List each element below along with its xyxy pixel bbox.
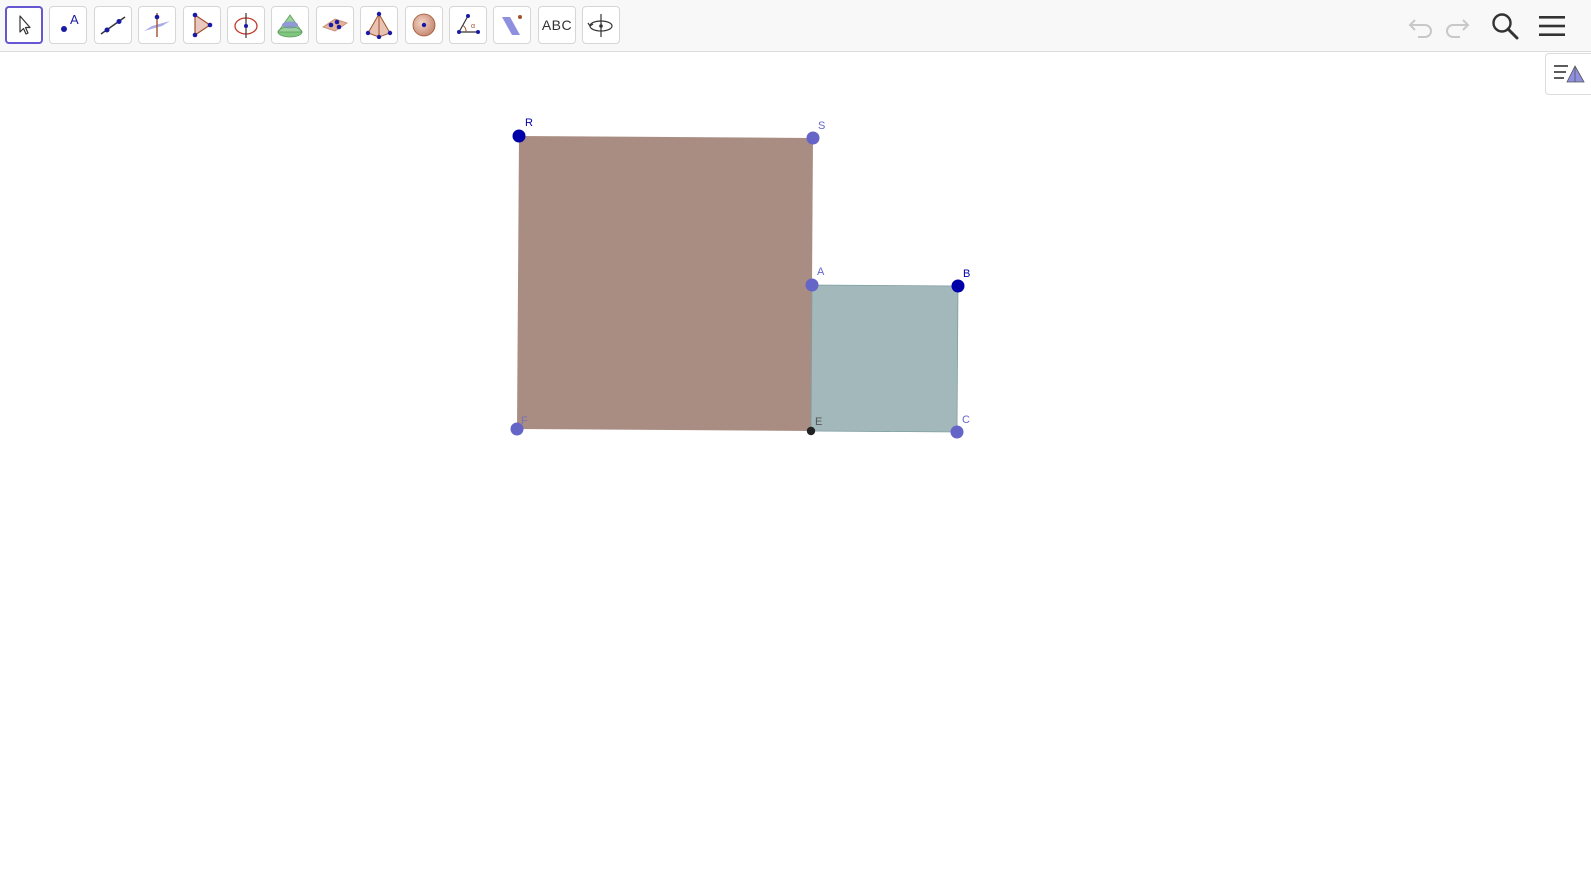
undo-button[interactable] [1403,8,1439,44]
point-e[interactable] [806,426,816,436]
angle-icon: α [457,14,480,34]
pyramid-tool-button[interactable] [360,6,398,44]
point-c[interactable] [950,425,964,439]
text-tool-button[interactable]: ABC [538,6,576,44]
svg-text:A: A [70,12,79,27]
pyramid-icon [365,11,393,39]
point-label-r: R [525,117,533,129]
search-button[interactable] [1487,8,1523,44]
point-label-a: A [817,266,825,278]
point-label-c: C [962,414,970,426]
line-tool-button[interactable] [94,6,132,44]
search-icon [1492,13,1519,40]
circle-axis-tool-button[interactable] [227,6,265,44]
line-icon [100,16,126,35]
perpendicular-plane-icon [144,13,170,37]
point-label-e: E [815,416,822,428]
reflect-plane-tool-button[interactable] [493,6,531,44]
point-b[interactable] [951,279,965,293]
point-tool-button[interactable]: A [49,6,87,44]
point-label-s: S [818,120,825,132]
rotate-view-icon [587,14,613,37]
polygon-square-rsef[interactable] [517,136,813,431]
undo-icon [1408,19,1432,38]
intersect-surfaces-tool-button[interactable] [271,6,309,44]
text-icon: ABC [541,17,573,33]
polygon-tool-button[interactable] [183,6,221,44]
point-s[interactable] [806,131,820,145]
point-label-f: F [521,415,528,427]
hamburger-menu-icon [1539,16,1565,36]
graphics-canvas[interactable]: R S A B C E F [0,52,1591,879]
move-tool-button[interactable] [5,6,43,44]
perpendicular-tool-button[interactable] [138,6,176,44]
toolbar: A α ABC [0,0,1591,52]
cursor-arrow-icon [19,15,31,35]
redo-icon [1446,19,1470,38]
point-icon: A [61,12,79,32]
main-menu-button[interactable] [1534,8,1570,44]
point-a[interactable] [805,278,819,292]
circle-axis-icon [234,13,258,38]
angle-tool-button[interactable]: α [449,6,487,44]
rotate-view-tool-button[interactable] [582,6,620,44]
plane-three-points-tool-button[interactable] [316,6,354,44]
redo-button[interactable] [1439,8,1475,44]
sphere-icon [412,13,436,37]
svg-text:α: α [471,23,475,30]
cone-icon [277,14,303,38]
point-r[interactable] [512,129,526,143]
reflect-plane-icon [502,15,522,35]
point-label-b: B [963,268,970,280]
plane-points-icon [322,18,348,32]
sphere-tool-button[interactable] [405,6,443,44]
polygon-square-abce[interactable] [810,284,959,433]
polygon-icon [192,12,213,38]
